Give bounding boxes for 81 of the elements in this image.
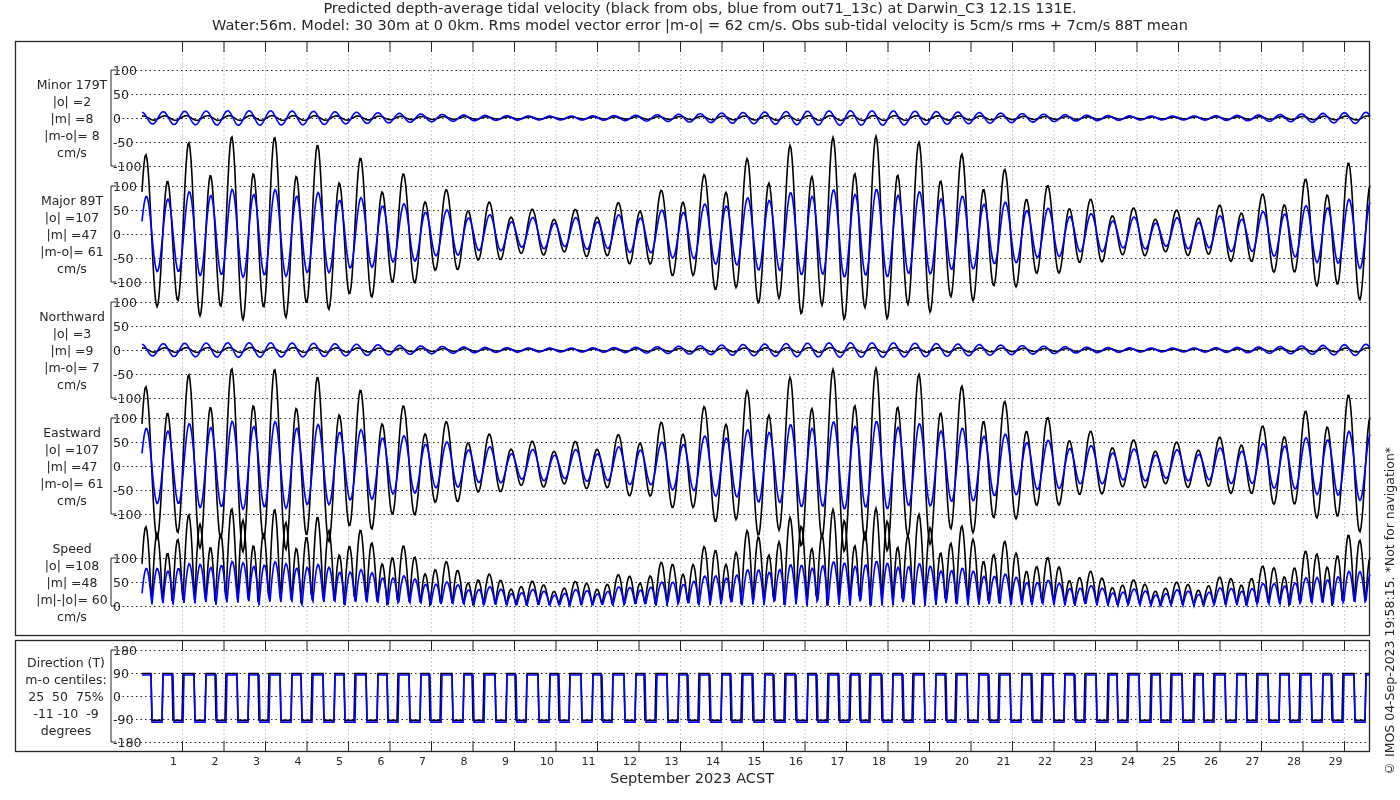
tick-label: 2 (211, 755, 219, 768)
tick-label: 22 (1038, 755, 1052, 768)
panel-stat-label: |o| =3 (52, 326, 92, 341)
tick-label: 0 (113, 599, 121, 614)
tick-label: -100 (113, 159, 142, 174)
panel-stat-label: |o| =2 (52, 94, 92, 109)
panel-stat-label: Major 89T (40, 193, 104, 208)
tick-label: 11 (581, 755, 596, 768)
tick-label: 19 (913, 755, 928, 768)
tick-label: 0 (113, 111, 121, 126)
tick-label: 28 (1287, 755, 1301, 768)
tick-label: 12 (623, 755, 637, 768)
panel-stat-label: degrees (40, 723, 92, 738)
panel-stat-label: |m| =47 (46, 459, 98, 474)
panel-stat-label: |m|-|o|= 60 (36, 592, 108, 607)
tick-label: 0 (113, 343, 121, 358)
tick-label: 10 (540, 755, 554, 768)
chart-title: Predicted depth-average tidal velocity (black from obs, blue from out71_13c) at Darwin_C3 12.1S 131E. (323, 0, 1077, 17)
tick-label: 0 (113, 459, 121, 474)
panel-stat-label: Eastward (43, 425, 101, 440)
tick-label: 18 (872, 755, 886, 768)
tick-label: 100 (113, 63, 137, 78)
tick-label: 0 (113, 227, 121, 242)
tick-label: -100 (113, 391, 142, 406)
panel-stat-label: Direction (T) (27, 655, 105, 670)
tick-label: 25 (1162, 755, 1177, 768)
axis-title: September 2023 ACST (609, 770, 775, 786)
tick-label: -100 (113, 275, 142, 290)
panel-stat-label: |m| =9 (50, 343, 94, 358)
panel-stat-label: |m| =47 (46, 227, 98, 242)
tick-label: 100 (113, 295, 137, 310)
tick-label: -100 (113, 507, 142, 522)
tick-label: 180 (113, 643, 137, 658)
panel-stat-label: |m-o|= 61 (40, 244, 104, 259)
tick-label: 1 (170, 755, 177, 768)
panel-stat-label: 25 50 75% (28, 689, 104, 704)
tick-label: 16 (789, 755, 803, 768)
tick-label: 5 (336, 755, 343, 768)
panel-stat-label: -11 -10 -9 (33, 706, 99, 721)
tick-label: 8 (460, 755, 468, 768)
tick-label: 29 (1328, 755, 1343, 768)
panel-stat-label: |m-o|= 61 (40, 476, 104, 491)
tick-label: 100 (113, 179, 137, 194)
panel-stat-label: |m| =8 (50, 111, 94, 126)
tick-label: 20 (955, 755, 969, 768)
panel-stat-label: |m-o|= 7 (44, 360, 100, 375)
panel-stat-label: |o| =107 (44, 210, 100, 225)
chart-title: Water:56m. Model: 30 30m at 0 0km. Rms model vector error |m-o| = 62 cm/s. Obs sub-tidal velocity is 5cm/s rms + 7cm/s 88T mean (212, 17, 1188, 34)
tick-label: 13 (664, 755, 679, 768)
panel-stat-label: m-o centiles: (25, 672, 107, 687)
panel-stat-label: cm/s (57, 493, 87, 508)
tick-label: 17 (830, 755, 845, 768)
tick-label: 6 (377, 755, 385, 768)
tick-label: -180 (113, 735, 142, 750)
panel-stat-label: Speed (52, 541, 92, 556)
tick-label: 24 (1121, 755, 1135, 768)
tick-label: 27 (1245, 755, 1260, 768)
tick-label: 3 (253, 755, 260, 768)
panel-stat-label: Minor 179T (36, 77, 108, 92)
panel-stat-label: Northward (39, 309, 105, 324)
tick-label: 90 (113, 666, 129, 681)
panel-stat-label: cm/s (57, 377, 87, 392)
panel-stat-label: cm/s (57, 261, 87, 276)
panel-stat-label: |m-o|= 8 (44, 128, 100, 143)
panel-stat-label: cm/s (57, 145, 87, 160)
tick-label: 100 (113, 411, 137, 426)
tick-label: 14 (706, 755, 720, 768)
panel-stat-label: |o| =108 (44, 558, 100, 573)
tick-label: 4 (294, 755, 302, 768)
credit-text: © IMOS 04-Sep-2023 19:58:15. *Not for navigation* (1382, 445, 1397, 776)
tick-label: 100 (113, 551, 137, 566)
tick-label: 21 (996, 755, 1011, 768)
tick-label: 9 (502, 755, 509, 768)
tick-label: 23 (1079, 755, 1094, 768)
tick-label: 26 (1204, 755, 1218, 768)
tick-label: 15 (747, 755, 762, 768)
tick-label: 7 (419, 755, 426, 768)
panel-stat-label: |m| =48 (46, 575, 98, 590)
tick-label: 0 (113, 689, 121, 704)
panel-stat-label: cm/s (57, 609, 87, 624)
panel-stat-label: |o| =107 (44, 442, 100, 457)
